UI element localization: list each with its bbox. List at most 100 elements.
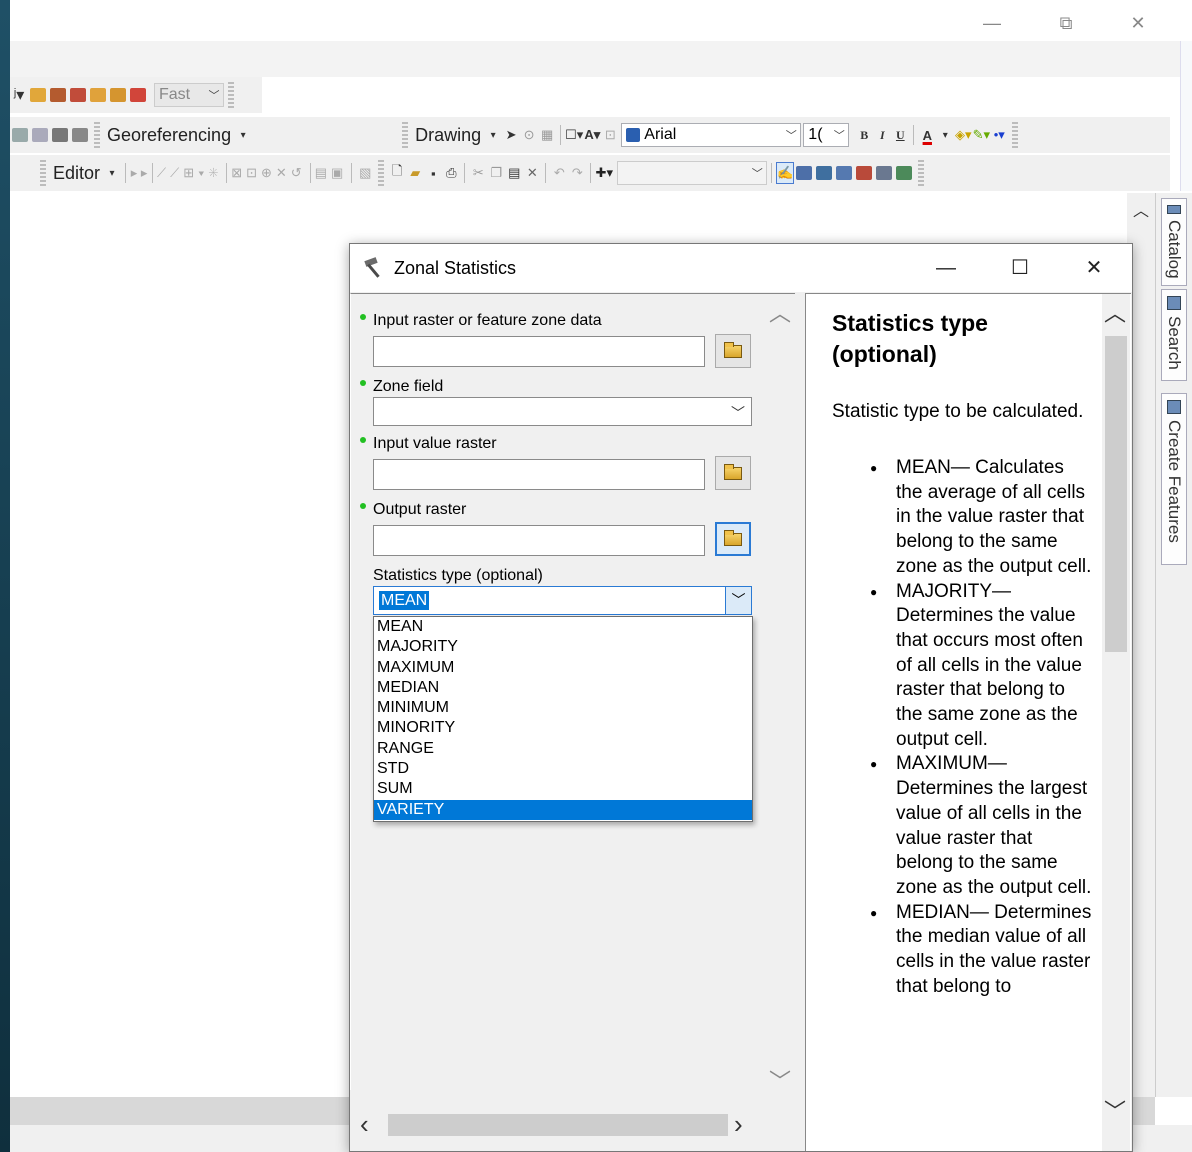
dropdown-caret-icon[interactable]: ▾ <box>484 124 502 146</box>
stat-option[interactable]: MAXIMUM <box>374 658 752 678</box>
fill-color-icon[interactable]: ◈▾ <box>954 124 972 146</box>
paste-icon[interactable]: ▤ <box>505 162 523 184</box>
browse-output-button[interactable] <box>715 522 751 556</box>
toolbar-grip[interactable] <box>1012 122 1019 148</box>
toolbar-grip[interactable] <box>40 160 46 186</box>
georeferencing-menu[interactable]: Georeferencing <box>104 125 234 146</box>
stat-option[interactable]: MEDIAN <box>374 678 752 698</box>
stat-option[interactable]: MEAN <box>374 617 752 637</box>
close-button[interactable]: ✕ <box>1118 9 1158 37</box>
font-name-combo[interactable]: Arial ﹀ <box>621 123 802 147</box>
layer-tool-icon[interactable] <box>110 88 126 102</box>
copy-icon[interactable]: ❐ <box>487 162 505 184</box>
layer-tool-icon[interactable] <box>70 88 86 102</box>
tool-icon[interactable] <box>72 128 88 142</box>
stat-option[interactable]: STD <box>374 759 752 779</box>
search-window-icon[interactable] <box>836 166 853 180</box>
help-vertical-scrollbar[interactable]: ︿ ﹀ <box>1102 294 1130 1151</box>
rectangle-icon[interactable]: ☐▾ <box>565 124 583 146</box>
undo-icon[interactable]: ↶ <box>550 162 568 184</box>
dropdown-caret-icon[interactable]: ▾ <box>103 162 121 184</box>
zone-field-select[interactable]: ﹀ <box>373 397 752 426</box>
zoom-elements-icon[interactable]: ▦ <box>538 124 556 146</box>
attribute-tools-icon[interactable]: ▤▣ <box>315 162 348 184</box>
edit-vertices-icon[interactable]: ⊡ <box>601 124 619 146</box>
italic-button[interactable]: I <box>873 124 891 146</box>
toolbar-grip[interactable] <box>918 160 925 186</box>
scroll-thumb[interactable] <box>388 1114 728 1136</box>
browse-value-button[interactable] <box>715 456 751 490</box>
arctoolbox-icon[interactable] <box>856 166 873 180</box>
dialog-maximize-button[interactable]: ☐ <box>1000 254 1040 282</box>
tab-search[interactable]: Search <box>1161 289 1187 381</box>
add-data-icon[interactable]: ✚▾ <box>595 162 613 184</box>
tab-create-features[interactable]: Create Features <box>1161 393 1187 565</box>
input-zone-field[interactable] <box>373 336 705 367</box>
chevron-right-icon[interactable]: › <box>734 1109 743 1140</box>
open-folder-icon[interactable]: ▰ <box>406 162 424 184</box>
rotate-icon[interactable]: ⊙ <box>520 124 538 146</box>
dropdown-caret-icon[interactable]: ▾ <box>234 124 252 146</box>
toolbar-grip[interactable] <box>94 122 100 148</box>
layer-tool-icon[interactable] <box>30 88 46 102</box>
stat-option[interactable]: MINORITY <box>374 718 752 738</box>
python-window-icon[interactable] <box>876 166 893 180</box>
stat-option[interactable]: RANGE <box>374 739 752 759</box>
chevron-left-icon[interactable]: ‹ <box>360 1109 369 1140</box>
stat-option[interactable]: VARIETY <box>374 799 752 820</box>
dialog-close-button[interactable]: ✕ <box>1074 254 1114 282</box>
chevron-up-icon[interactable]: ︿ <box>1133 197 1149 221</box>
layer-tool-icon[interactable] <box>50 88 66 102</box>
stat-option[interactable]: MAJORITY <box>374 637 752 657</box>
dialog-title-bar[interactable]: Zonal Statistics — ☐ ✕ <box>350 244 1132 292</box>
model-builder-icon[interactable] <box>896 166 913 180</box>
text-tool-icon[interactable]: A▾ <box>583 124 601 146</box>
chevron-down-icon[interactable]: ﹀ <box>1104 1094 1126 1126</box>
editor-menu[interactable]: Editor <box>50 163 103 184</box>
font-color-button[interactable]: A <box>918 124 936 146</box>
layer-tool-icon[interactable] <box>90 88 106 102</box>
drawing-menu[interactable]: Drawing <box>412 125 484 146</box>
restore-button[interactable]: ⧉ <box>1046 9 1086 37</box>
underline-button[interactable]: U <box>891 124 909 146</box>
save-icon[interactable]: ▪ <box>424 162 442 184</box>
dropdown-caret-icon[interactable]: ▾ <box>936 124 954 146</box>
marker-color-icon[interactable]: •▾ <box>990 124 1008 146</box>
delete-icon[interactable]: ✕ <box>523 162 541 184</box>
cut-icon[interactable]: ✂ <box>469 162 487 184</box>
line-color-icon[interactable]: ✎▾ <box>972 124 990 146</box>
toolbar-grip[interactable] <box>402 122 409 148</box>
toolbar-grip[interactable] <box>378 160 385 186</box>
sketch-properties-icon[interactable]: ▧ <box>356 162 374 184</box>
layer-tool-icon[interactable] <box>130 88 146 102</box>
tool-icon[interactable] <box>52 128 68 142</box>
select-arrow-icon[interactable]: ➤ <box>502 124 520 146</box>
redo-icon[interactable]: ↷ <box>568 162 586 184</box>
stat-option[interactable]: MINIMUM <box>374 698 752 718</box>
tool-icon[interactable] <box>32 128 48 142</box>
minimize-button[interactable]: — <box>972 9 1012 37</box>
toolbar-grip[interactable] <box>228 82 234 108</box>
tool-icon[interactable] <box>12 128 28 142</box>
output-raster-field[interactable] <box>373 525 705 556</box>
print-icon[interactable]: ⎙ <box>442 162 460 184</box>
stat-option[interactable]: SUM <box>374 779 752 799</box>
scale-combo[interactable]: ﹀ <box>617 161 768 185</box>
tab-catalog[interactable]: Catalog <box>1161 198 1187 286</box>
topology-tools-icon[interactable]: ⊠⊡⊕✕↺ <box>231 162 305 184</box>
parameters-vertical-scrollbar[interactable]: ︿ ﹀ <box>765 294 793 1094</box>
new-document-icon[interactable]: 🗋 <box>388 162 406 184</box>
catalog-window-icon[interactable] <box>816 166 833 180</box>
fast-combo[interactable]: Fast ﹀ <box>154 83 224 107</box>
chevron-down-icon[interactable]: ﹀ <box>725 587 751 614</box>
chevron-down-icon[interactable]: ﹀ <box>769 1064 791 1096</box>
browse-zone-button[interactable] <box>715 334 751 368</box>
scroll-thumb[interactable] <box>1105 336 1127 652</box>
chevron-up-icon[interactable]: ︿ <box>1104 296 1126 328</box>
input-value-field[interactable] <box>373 459 705 490</box>
font-size-combo[interactable]: 1( ﹀ <box>803 123 850 147</box>
bold-button[interactable]: B <box>855 124 873 146</box>
sketch-tools-icon[interactable]: ⟋⟋⊞▾✳ <box>157 162 222 184</box>
parameters-horizontal-scrollbar[interactable]: ‹ › <box>350 1109 764 1140</box>
dropdown-caret-icon[interactable]: ʲ▾ <box>10 84 28 106</box>
